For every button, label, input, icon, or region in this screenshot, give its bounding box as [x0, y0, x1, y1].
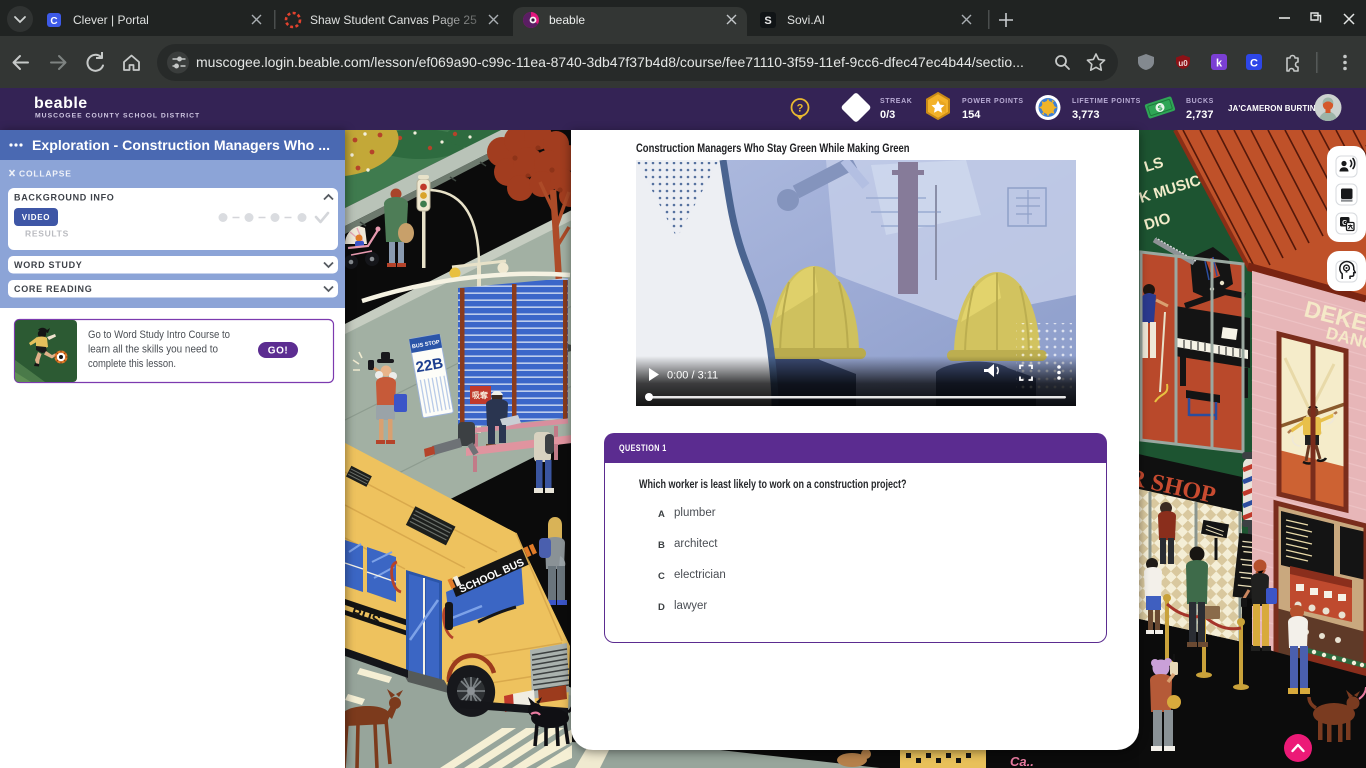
- svg-text:learn all the skills you need: learn all the skills you need to: [88, 344, 218, 356]
- svg-text:u0: u0: [1178, 59, 1188, 68]
- svg-text:BUCKS: BUCKS: [1186, 98, 1214, 105]
- svg-text:C: C: [50, 16, 57, 27]
- svg-text:?: ?: [797, 103, 804, 115]
- svg-text:GO!: GO!: [268, 346, 288, 357]
- svg-text:0/3: 0/3: [880, 109, 895, 121]
- svg-text:JA'CAMERON BURTIN: JA'CAMERON BURTIN: [1228, 104, 1316, 113]
- svg-text:beable: beable: [549, 13, 585, 27]
- svg-text:Go to Word Study Intro Course: Go to Word Study Intro Course to: [88, 329, 230, 341]
- svg-text:COLLAPSE: COLLAPSE: [19, 169, 72, 179]
- svg-text:WORD STUDY: WORD STUDY: [14, 260, 83, 270]
- svg-text:Clever | Portal: Clever | Portal: [73, 13, 149, 27]
- svg-text:BACKGROUND INFO: BACKGROUND INFO: [14, 193, 115, 203]
- svg-text:0:00 / 3:11: 0:00 / 3:11: [667, 370, 718, 382]
- svg-text:C: C: [1250, 58, 1258, 70]
- svg-text:MUSCOGEE COUNTY SCHOOL DISTRIC: MUSCOGEE COUNTY SCHOOL DISTRICT: [35, 113, 200, 120]
- svg-text:吸奪: 吸奪: [472, 390, 489, 400]
- svg-text:2,737: 2,737: [1186, 109, 1214, 121]
- svg-text:k: k: [1216, 58, 1223, 70]
- svg-text:3,773: 3,773: [1072, 109, 1100, 121]
- svg-text:S: S: [764, 15, 771, 27]
- svg-text:muscogee.login.beable.com/less: muscogee.login.beable.com/lesson/ef069a9…: [196, 54, 1024, 70]
- svg-text:Ca..: Ca..: [1010, 754, 1034, 768]
- svg-text:complete this lesson.: complete this lesson.: [88, 358, 176, 370]
- svg-text:beable: beable: [34, 95, 88, 112]
- svg-text:Exploration - Construction Man: Exploration - Construction Managers Who …: [32, 138, 330, 153]
- svg-text:STREAK: STREAK: [880, 98, 912, 105]
- svg-text:RESULTS: RESULTS: [25, 229, 69, 239]
- svg-text:VIDEO: VIDEO: [22, 213, 50, 222]
- svg-text:POWER POINTS: POWER POINTS: [962, 98, 1024, 105]
- svg-text:154: 154: [962, 109, 981, 121]
- svg-text:Sovi.AI: Sovi.AI: [787, 13, 825, 27]
- svg-text:CORE READING: CORE READING: [14, 284, 92, 294]
- svg-text:LIFETIME POINTS: LIFETIME POINTS: [1072, 98, 1141, 105]
